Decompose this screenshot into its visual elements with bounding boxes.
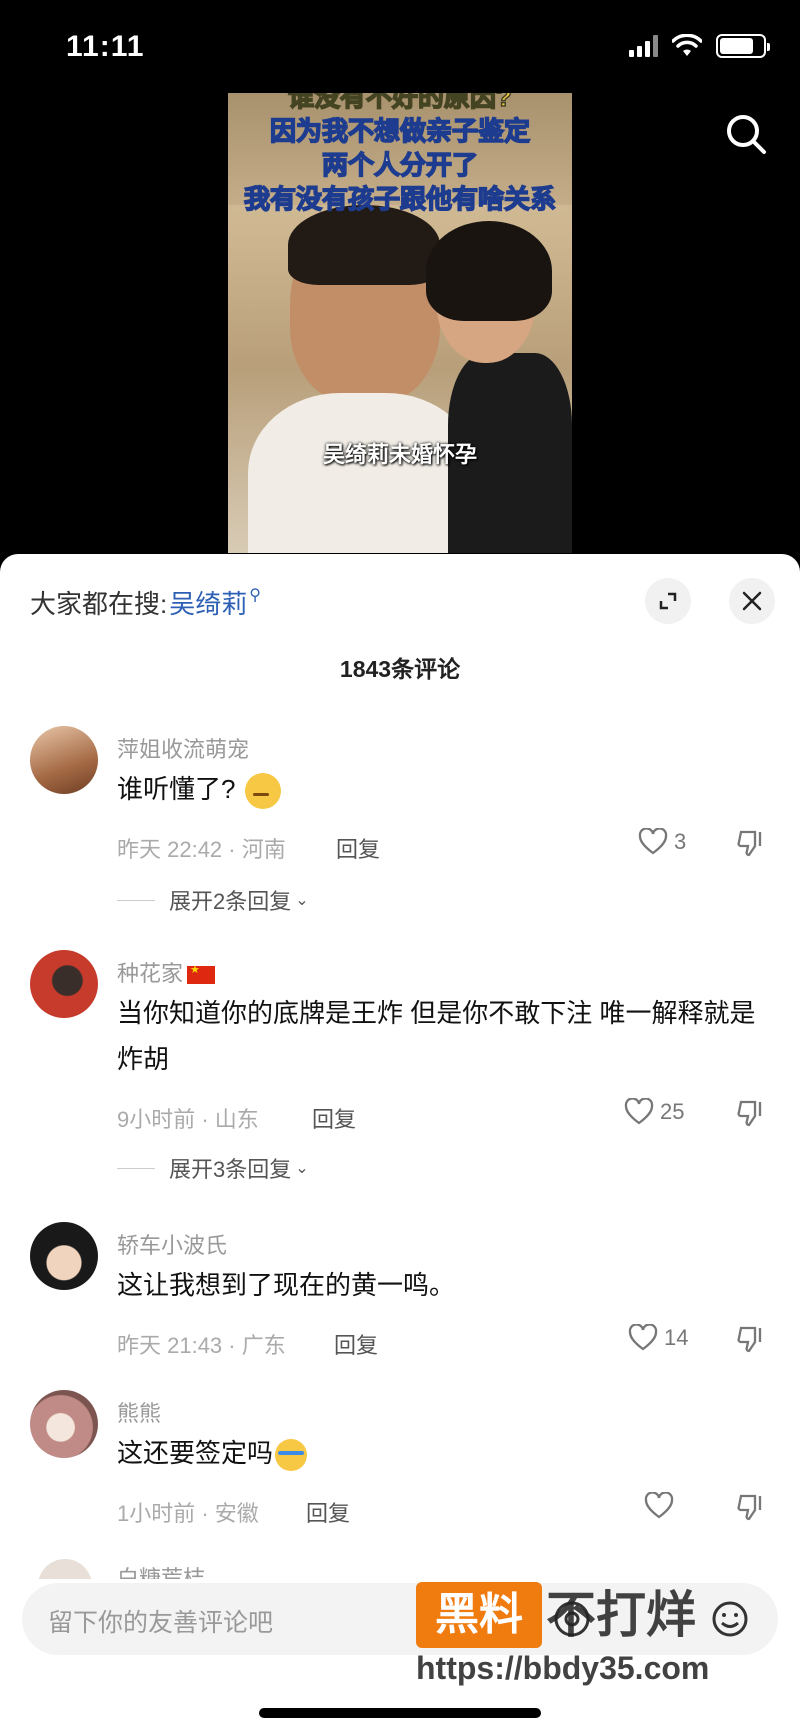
comment-meta: 昨天 21:43 · 广东 xyxy=(117,1333,286,1358)
expand-replies-button[interactable]: 展开2条回复 ⌄ xyxy=(117,884,309,916)
watermark-logo: 黑料 xyxy=(416,1582,542,1648)
reply-button[interactable]: 回复 xyxy=(336,832,380,864)
dislike-icon[interactable] xyxy=(736,1492,766,1522)
avatar[interactable] xyxy=(30,950,98,1018)
video-player[interactable]: 谁没有不好的原因? 因为我不想做亲子鉴定 两个人分开了 我有没有孩子跟他有啥关系… xyxy=(228,93,572,553)
like-count: 25 xyxy=(660,1099,685,1124)
reply-button[interactable]: 回复 xyxy=(312,1102,356,1134)
avatar[interactable] xyxy=(38,1559,92,1579)
battery-icon xyxy=(716,34,770,58)
comment-item-partial: 白糖荒桔 xyxy=(30,1555,770,1579)
comment-text-content: 谁听懂了? xyxy=(117,774,236,804)
comment-text-content: 这还要签定吗 xyxy=(117,1438,274,1468)
divider xyxy=(117,1167,155,1169)
status-time: 11:11 xyxy=(66,30,145,63)
reply-button[interactable]: 回复 xyxy=(306,1496,350,1528)
dislike-icon[interactable] xyxy=(736,1098,766,1128)
comment-author[interactable]: 种花家 xyxy=(117,956,216,988)
chevron-down-icon: ⌄ xyxy=(295,892,309,909)
china-flag-icon xyxy=(187,963,216,985)
comment-text: 这还要签定吗 xyxy=(117,1430,757,1476)
small-search-icon: ⚲ xyxy=(249,586,261,604)
comment-text: 这让我想到了现在的黄一鸣。 xyxy=(117,1270,456,1300)
avatar[interactable] xyxy=(30,726,98,794)
watermark-url: https://bbdy35.com xyxy=(416,1650,710,1686)
status-icons xyxy=(629,34,770,58)
thinking-emoji-icon xyxy=(245,773,282,810)
video-subtitle: 吴绮莉未婚怀孕 xyxy=(322,442,477,467)
comment-author[interactable]: 轿车小波氏 xyxy=(117,1228,227,1260)
video-person-shirt xyxy=(248,393,478,553)
like-button[interactable]: 3 xyxy=(638,828,686,856)
video-caption-line: 两个人分开了 xyxy=(321,149,479,181)
video-person-hair xyxy=(288,205,440,285)
dislike-icon[interactable] xyxy=(736,828,766,858)
comment-input-placeholder: 留下你的友善评论吧 xyxy=(48,1609,274,1637)
comment-author[interactable]: 熊熊 xyxy=(117,1396,161,1428)
hot-search-label: 大家都在搜: xyxy=(30,589,168,619)
hot-search-term[interactable]: 吴绮莉 xyxy=(169,584,247,621)
avatar[interactable] xyxy=(30,1390,98,1458)
divider xyxy=(117,899,155,901)
comment-meta: 9小时前 · 山东 xyxy=(117,1107,259,1132)
expand-replies-label: 展开2条回复 xyxy=(169,889,292,914)
comment-author-name: 种花家 xyxy=(117,961,184,986)
like-count: 3 xyxy=(674,829,687,854)
crying-emoji-icon xyxy=(275,1439,308,1472)
like-button[interactable] xyxy=(644,1492,680,1520)
heart-icon xyxy=(638,828,668,855)
dislike-icon[interactable] xyxy=(736,1324,766,1354)
expand-icon xyxy=(659,592,677,610)
comment-author[interactable]: 萍姐收流萌宠 xyxy=(117,732,249,764)
expand-replies-label: 展开3条回复 xyxy=(169,1157,292,1182)
close-panel-button[interactable] xyxy=(729,578,775,624)
cellular-signal-icon xyxy=(629,35,658,57)
expand-replies-button[interactable]: 展开3条回复 ⌄ xyxy=(117,1152,309,1184)
expand-panel-button[interactable] xyxy=(645,578,691,624)
close-icon xyxy=(742,591,762,611)
reply-button[interactable]: 回复 xyxy=(334,1328,378,1360)
status-bar: 11:11 xyxy=(0,0,800,96)
avatar[interactable] xyxy=(30,1222,98,1290)
heart-icon xyxy=(644,1492,674,1519)
watermark: 黑料 不打烊 https://bbdy35.com xyxy=(416,1578,788,1688)
like-button[interactable]: 14 xyxy=(628,1324,688,1352)
like-button[interactable]: 25 xyxy=(624,1098,684,1126)
comment-meta: 1小时前 · 安徽 xyxy=(117,1501,259,1526)
chevron-down-icon: ⌄ xyxy=(295,1160,309,1177)
heart-icon xyxy=(628,1324,658,1351)
comment-text: 谁听懂了? xyxy=(117,766,757,812)
like-count: 14 xyxy=(664,1325,689,1350)
comment-count: 1843条评论 xyxy=(339,656,461,682)
search-icon[interactable] xyxy=(724,112,768,156)
heart-icon xyxy=(624,1098,654,1125)
video-caption-line: 我有没有孩子跟他有啥关系 xyxy=(243,183,557,215)
comment-author[interactable]: 白糖荒桔 xyxy=(117,1561,205,1579)
comment-meta: 昨天 22:42 · 河南 xyxy=(117,837,286,862)
home-indicator[interactable] xyxy=(259,1708,541,1718)
wifi-icon xyxy=(672,34,702,56)
watermark-text: 不打烊 xyxy=(546,1587,696,1643)
video-person-hair-2 xyxy=(426,221,552,321)
comment-text: 当你知道你的底牌是王炸 但是你不敢下注 唯一解释就是炸胡 xyxy=(117,998,756,1074)
hot-search[interactable]: 大家都在搜: 吴绮莉 ⚲ xyxy=(30,584,261,621)
video-caption-line: 因为我不想做亲子鉴定 xyxy=(269,115,531,147)
